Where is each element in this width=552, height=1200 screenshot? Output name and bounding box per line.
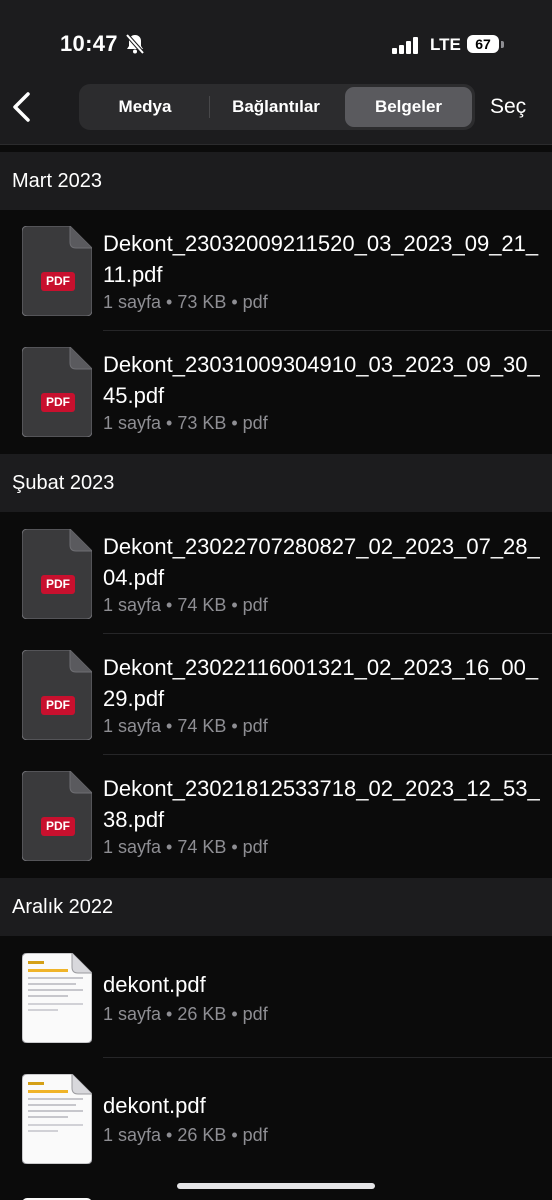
list-item[interactable]: PDF Dekont_23032009211520_03_2023_09_21_… — [0, 210, 552, 331]
file-meta: 1 sayfa • 74 KB • pdf — [103, 595, 268, 615]
battery-icon: 67 — [467, 35, 505, 55]
tab-links[interactable]: Bağlantılar — [211, 87, 341, 127]
status-bar: 10:47 LTE 67 — [0, 0, 552, 70]
nav-bar: Medya Bağlantılar Belgeler Seç — [0, 70, 552, 145]
section-title: Aralık 2022 — [12, 896, 114, 918]
file-meta: 1 sayfa • 73 KB • pdf — [103, 292, 268, 312]
pdf-icon: PDF — [22, 529, 92, 619]
pdf-badge: PDF — [41, 272, 75, 291]
section-title: Şubat 2023 — [12, 472, 115, 494]
file-name: dekont.pdf — [103, 972, 206, 997]
tab-media[interactable]: Medya — [82, 87, 208, 127]
file-meta: 1 sayfa • 26 KB • pdf — [103, 1125, 268, 1145]
list-item[interactable]: PDF Dekont_23022707280827_02_2023_07_28_… — [0, 513, 552, 634]
document-thumbnail-icon — [22, 1195, 92, 1200]
pdf-badge: PDF — [41, 575, 75, 594]
section-header: Mart 2023 — [0, 152, 552, 210]
section-header: Şubat 2023 — [0, 454, 552, 512]
file-meta: 1 sayfa • 73 KB • pdf — [103, 413, 268, 433]
file-meta: 1 sayfa • 74 KB • pdf — [103, 837, 268, 857]
file-name: Dekont_23022116001321_02_2023_16_00_29.p… — [103, 655, 539, 711]
home-indicator[interactable] — [177, 1183, 375, 1189]
list-item[interactable]: PDF Dekont_23022116001321_02_2023_16_00_… — [0, 634, 552, 755]
section-header: Aralık 2022 — [0, 878, 552, 936]
document-thumbnail-icon — [21, 952, 93, 1044]
document-thumbnail-icon — [21, 1073, 93, 1165]
file-name: Dekont_23032009211520_03_2023_09_21_11.p… — [103, 231, 539, 287]
section-title: Mart 2023 — [12, 170, 103, 192]
tab-documents[interactable]: Belgeler — [345, 87, 472, 127]
list-item[interactable]: dekont.pdf 1 sayfa • 26 KB • pdf — [0, 937, 552, 1058]
pdf-badge: PDF — [41, 696, 75, 715]
pdf-icon: PDF — [22, 226, 92, 316]
select-button[interactable]: Seç — [490, 95, 526, 119]
status-time: 10:47 — [60, 31, 118, 56]
file-name: Dekont_23022707280827_02_2023_07_28_04.p… — [103, 534, 540, 590]
signal-bars-icon — [392, 37, 418, 54]
segmented-control: Medya Bağlantılar Belgeler — [79, 84, 475, 130]
back-chevron-icon[interactable] — [10, 90, 34, 124]
file-meta: 1 sayfa • 26 KB • pdf — [103, 1004, 268, 1024]
list-item[interactable]: PDF Dekont_23031009304910_03_2023_09_30_… — [0, 331, 552, 452]
file-name: Dekont_23021812533718_02_2023_12_53_38.p… — [103, 776, 540, 832]
file-name: Dekont_23031009304910_03_2023_09_30_45.p… — [103, 352, 540, 408]
list-item[interactable]: PDF Dekont_23021812533718_02_2023_12_53_… — [0, 755, 552, 876]
pdf-badge: PDF — [41, 817, 75, 836]
battery-level: 67 — [467, 35, 499, 53]
file-name: dekont.pdf — [103, 1093, 206, 1118]
pdf-icon: PDF — [22, 347, 92, 437]
bell-slash-icon — [125, 33, 145, 55]
pdf-icon: PDF — [22, 771, 92, 861]
pdf-icon: PDF — [22, 650, 92, 740]
network-type: LTE — [430, 35, 461, 54]
list-item[interactable]: dekont.pdf 1 sayfa • 26 KB • pdf — [0, 1058, 552, 1179]
pdf-badge: PDF — [41, 393, 75, 412]
file-meta: 1 sayfa • 74 KB • pdf — [103, 716, 268, 736]
